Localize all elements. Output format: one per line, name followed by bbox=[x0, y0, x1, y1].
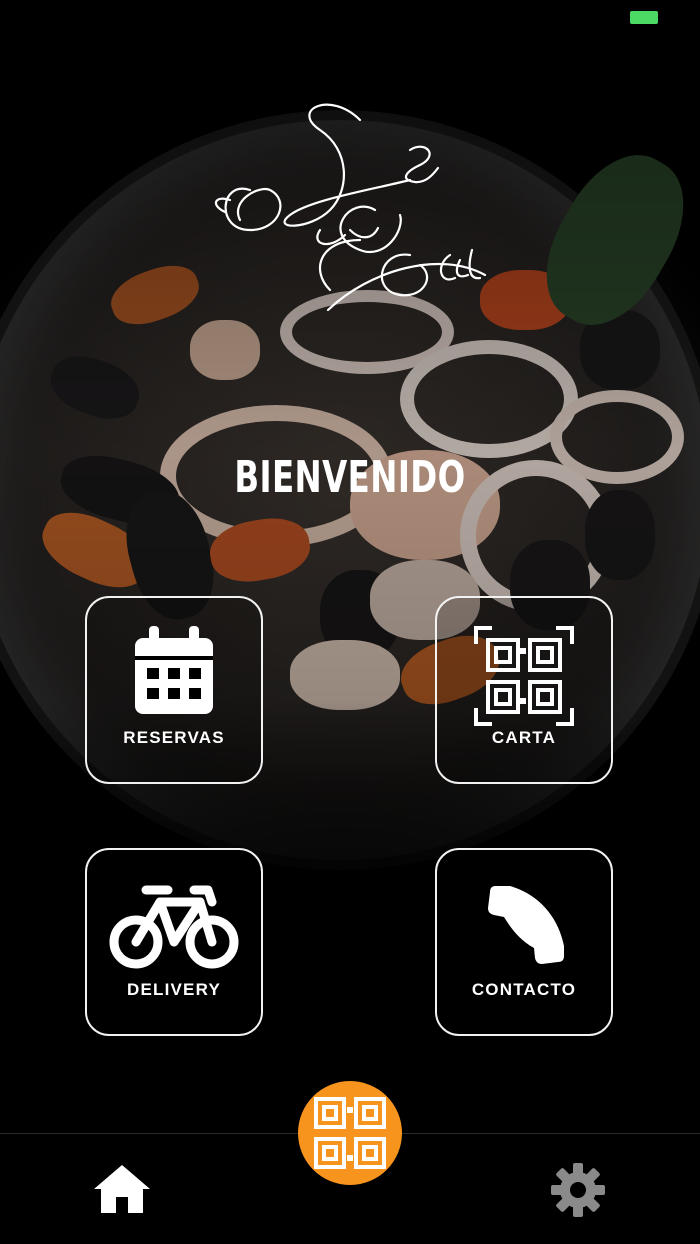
home-icon bbox=[94, 1165, 150, 1213]
home-tab[interactable] bbox=[92, 1163, 152, 1215]
restaurant-logo bbox=[210, 80, 500, 340]
reservas-button[interactable]: RESERVAS bbox=[85, 596, 263, 784]
carta-button[interactable]: CARTA bbox=[435, 596, 613, 784]
delivery-label: DELIVERY bbox=[127, 980, 221, 999]
gear-icon bbox=[551, 1163, 605, 1217]
calendar-icon bbox=[87, 626, 261, 716]
reservas-label: RESERVAS bbox=[123, 728, 225, 747]
qr-scan-button[interactable] bbox=[298, 1081, 402, 1185]
phone-icon bbox=[437, 882, 611, 966]
app-screen: BIENVENIDO RESERVAS CARTA DELIVERY CONTA… bbox=[0, 0, 700, 1244]
carta-label: CARTA bbox=[491, 728, 557, 747]
settings-tab[interactable] bbox=[550, 1162, 606, 1218]
delivery-button[interactable]: DELIVERY bbox=[85, 848, 263, 1036]
contacto-label: CONTACTO bbox=[471, 980, 577, 999]
contacto-button[interactable]: CONTACTO bbox=[435, 848, 613, 1036]
battery-indicator bbox=[630, 11, 658, 24]
welcome-title: BIENVENIDO bbox=[234, 452, 466, 503]
bicycle-icon bbox=[87, 884, 261, 970]
qr-code-icon bbox=[437, 626, 611, 726]
qr-scan-icon bbox=[300, 1083, 400, 1183]
